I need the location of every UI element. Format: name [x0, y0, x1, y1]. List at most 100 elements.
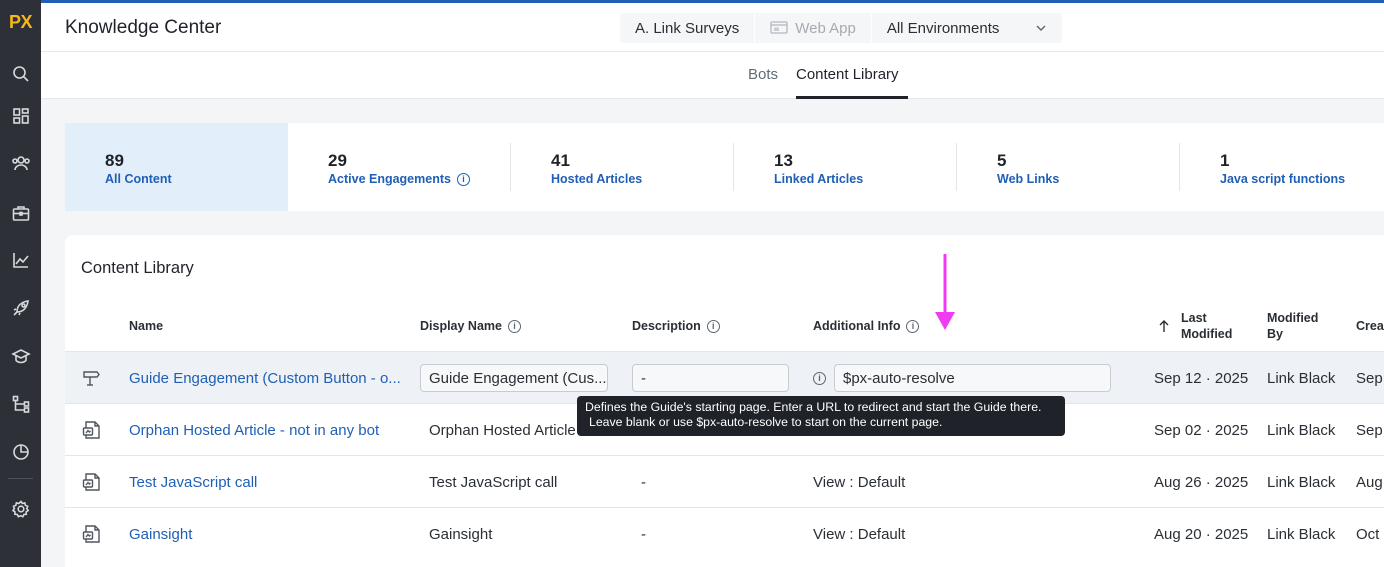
stat-web-links[interactable]: 5 Web Links [957, 123, 1180, 211]
row-type-cell [81, 352, 107, 404]
environment-dropdown-label: All Environments [886, 19, 1000, 37]
app-logo[interactable]: PX [0, 12, 41, 33]
row-type-cell [81, 456, 107, 508]
last-modified-cell: Aug 26 · 2025 [1154, 473, 1249, 491]
additional-info-cell: View : Default [813, 473, 906, 491]
product-selector[interactable]: A. Link Surveys [620, 13, 756, 43]
description-input[interactable]: - [632, 364, 789, 392]
nav-reports[interactable] [5, 436, 36, 467]
row-name-link[interactable]: Gainsight [129, 508, 404, 560]
tab-content-library[interactable]: Content Library [796, 66, 899, 83]
info-icon[interactable]: i [456, 172, 470, 186]
nav-briefcase[interactable] [5, 197, 36, 228]
info-icon[interactable]: i [906, 319, 920, 333]
created-cell: Aug [1356, 473, 1383, 491]
line-chart-icon [12, 252, 29, 268]
article-icon [82, 473, 100, 491]
modified-by-cell: Link Black [1267, 525, 1336, 543]
nav-settings[interactable] [5, 493, 36, 524]
stat-label: All Content [105, 172, 172, 186]
flow-tree-icon [12, 395, 29, 413]
stat-label: Hosted Articles [551, 172, 643, 186]
additional-info-tooltip: Defines the Guide's starting page. Enter… [577, 396, 1065, 436]
pie-chart-icon [12, 443, 29, 460]
column-header-display-name[interactable]: Display Name i [420, 319, 521, 333]
display-name-cell: Gainsight [429, 525, 493, 543]
created-cell: Sep [1356, 369, 1383, 387]
column-header-modified-by[interactable]: Modified By [1267, 310, 1327, 342]
description-cell: - [641, 473, 646, 491]
row-name-link[interactable]: Test JavaScript call [129, 456, 404, 508]
stat-count: 29 [328, 151, 347, 170]
channel-selector[interactable]: Web App [755, 13, 872, 43]
tooltip-line: Defines the Guide's starting page. Enter… [585, 400, 1042, 414]
article-icon [82, 421, 100, 439]
info-icon[interactable]: i [813, 371, 826, 385]
sort-arrow-up-icon [1159, 320, 1169, 332]
column-header-label: Description [632, 319, 701, 333]
column-header-label: Display Name [420, 319, 502, 333]
signpost-icon [83, 371, 100, 386]
content-library-title: Content Library [81, 259, 194, 277]
sort-ascending-icon-wrap[interactable] [1158, 319, 1170, 333]
last-modified-cell: Aug 20 · 2025 [1154, 525, 1249, 543]
left-nav-rail: PX [0, 0, 41, 567]
column-header-last-modified[interactable]: Last Modified [1181, 310, 1241, 342]
nav-learning[interactable] [5, 340, 36, 371]
environment-dropdown[interactable]: All Environments [872, 13, 1062, 43]
stat-label: Linked Articles [774, 172, 864, 186]
info-icon[interactable]: i [507, 319, 521, 333]
nav-search[interactable] [5, 58, 36, 89]
stat-active-engagements[interactable]: 29 Active Engagements i [288, 123, 511, 211]
row-name-link[interactable]: Orphan Hosted Article - not in any bot [129, 404, 404, 456]
stat-all-content[interactable]: 89 All Content [65, 123, 288, 211]
active-tab-indicator [796, 96, 908, 99]
chevron-down-icon [1036, 25, 1046, 31]
article-icon [82, 525, 100, 543]
modified-by-cell: Link Black [1267, 473, 1336, 491]
channel-selector-label: Web App [795, 19, 856, 37]
column-header-created[interactable]: Crea [1356, 319, 1384, 333]
modified-by-cell: Link Black [1267, 369, 1336, 387]
display-name-input[interactable]: Guide Engagement (Cus... [420, 364, 608, 392]
table-row[interactable]: Test JavaScript call Test JavaScript cal… [65, 455, 1384, 507]
graduation-cap-icon [10, 348, 31, 363]
display-name-cell: Test JavaScript call [429, 473, 558, 491]
created-cell: Sep [1356, 421, 1383, 439]
column-header-additional-info[interactable]: Additional Info i [813, 319, 920, 333]
stat-hosted-articles[interactable]: 41 Hosted Articles [511, 123, 734, 211]
search-icon [12, 65, 29, 82]
description-cell: - [641, 525, 646, 543]
modified-by-cell: Link Black [1267, 421, 1336, 439]
additional-info-cell: View : Default [813, 525, 906, 543]
start-url-input[interactable]: $px-auto-resolve [834, 364, 1111, 392]
content-stats-bar: 89 All Content 29 Active Engagements i 41… [65, 123, 1384, 211]
column-header-name[interactable]: Name [129, 319, 163, 333]
nav-flows[interactable] [5, 388, 36, 419]
top-header: Knowledge Center A. Link Surveys Web App… [41, 3, 1384, 52]
nav-dashboard[interactable] [5, 100, 36, 131]
stat-count: 89 [105, 151, 124, 170]
stat-count: 1 [1220, 151, 1230, 170]
display-name-cell: Orphan Hosted Article [429, 421, 576, 439]
nav-launch[interactable] [5, 292, 36, 323]
context-selector-group: A. Link Surveys Web App All Environments [620, 13, 1062, 43]
stat-javascript-functions[interactable]: 1 Java script functions [1180, 123, 1384, 211]
stat-linked-articles[interactable]: 13 Linked Articles [734, 123, 957, 211]
column-header-label: Additional Info [813, 319, 901, 333]
stat-label: Active Engagements i [328, 172, 470, 186]
row-type-cell [81, 404, 107, 456]
stat-count: 41 [551, 151, 570, 170]
nav-analytics[interactable] [5, 244, 36, 275]
tab-bots[interactable]: Bots [748, 66, 778, 83]
table-row[interactable]: Gainsight Gainsight - View : Default Aug… [65, 507, 1384, 559]
column-header-description[interactable]: Description i [632, 319, 720, 333]
gear-icon [11, 499, 29, 518]
row-name-link[interactable]: Guide Engagement (Custom Button - o... [129, 352, 404, 404]
created-cell: Oct [1356, 525, 1380, 543]
info-icon[interactable]: i [706, 319, 720, 333]
nav-users[interactable] [5, 147, 36, 178]
row-type-cell [81, 508, 107, 560]
product-selector-label: A. Link Surveys [635, 19, 740, 37]
stat-count: 5 [997, 151, 1007, 170]
